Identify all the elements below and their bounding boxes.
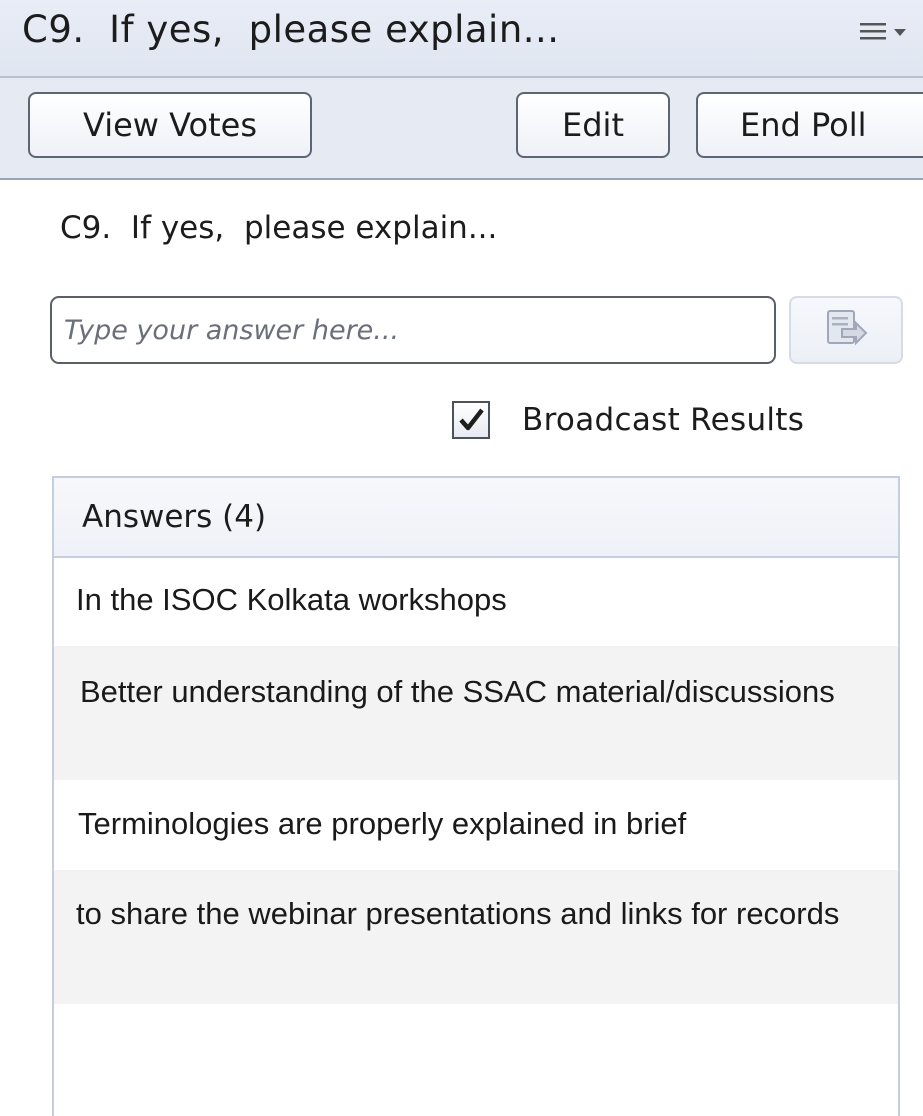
submit-answer-button[interactable] [789,296,903,364]
broadcast-results-toggle[interactable]: Broadcast Results [452,398,804,442]
hamburger-dropdown-icon[interactable] [858,18,914,48]
answer-input[interactable] [50,296,776,364]
poll-content: C9. If yes, please explain... Broadcast … [0,180,923,1116]
answers-header: Answers (4) [54,478,898,558]
edit-button[interactable]: Edit [516,92,670,158]
answer-item: Better understanding of the SSAC materia… [54,646,898,780]
question-text: C9. If yes, please explain... [60,210,498,246]
checkmark-icon [459,408,484,431]
answer-item: to share the webinar presentations and l… [54,870,898,1004]
poll-toolbar: View Votes Edit End Poll [0,78,923,180]
broadcast-results-checkbox[interactable] [452,401,490,439]
pod-header: C9. If yes, please explain... [0,0,923,78]
broadcast-results-label: Broadcast Results [522,402,805,438]
view-votes-button[interactable]: View Votes [28,92,312,158]
pod-title: C9. If yes, please explain... [22,8,560,51]
answer-item: Terminologies are properly explained in … [54,780,898,870]
end-poll-button[interactable]: End Poll [696,92,923,158]
submit-answer-icon [822,307,870,353]
answers-panel: Answers (4) In the ISOC Kolkata workshop… [52,476,900,1116]
answer-item: In the ISOC Kolkata workshops [54,558,898,646]
